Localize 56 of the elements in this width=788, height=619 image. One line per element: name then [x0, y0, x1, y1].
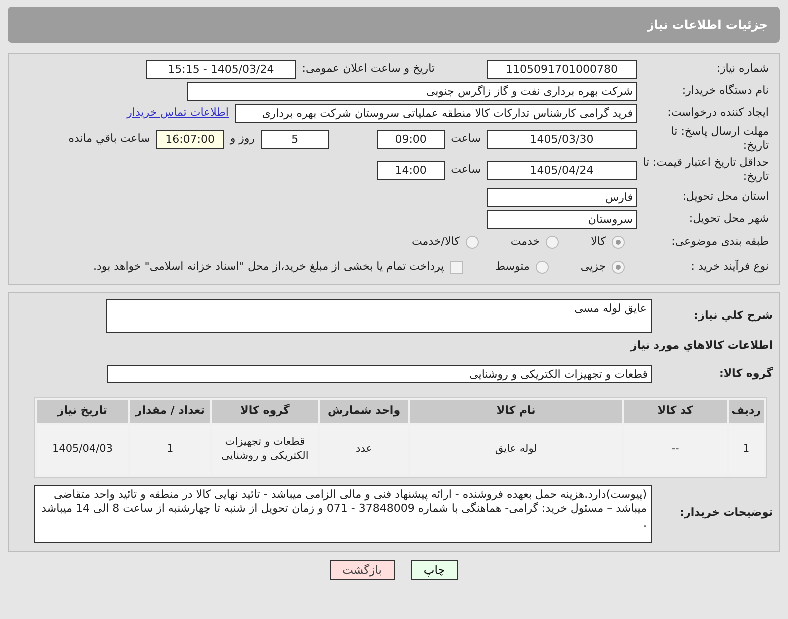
input-field[interactable]: 09:00	[377, 130, 446, 148]
field-label: ایجاد کننده درخواست:	[666, 106, 769, 120]
radio-label: کالا/خدمت	[412, 234, 460, 250]
notes-field[interactable]: (پیوست)دارد.هزینه حمل بعهده فروشنده - ارائه پیشنهاد فنی و مالی الزامی میباشد - تائید نهایی کالا در منطقه و تائید واحد متقاضی میباشد – مسئول خرید: گرامی- هماهنگی با شماره 37848009 - 071 و زمان تحویل از شنبه تا چهارشنبه از ساعت 8 الی 14 میباشد .	[34, 484, 652, 542]
field-label: شماره نیاز:	[716, 62, 769, 76]
field-label: نام دستگاه خریدار:	[681, 84, 769, 98]
radio-button[interactable]	[612, 236, 625, 249]
field-label: تاریخ و ساعت اعلان عمومی:	[302, 60, 435, 77]
back-button[interactable]: بازگشت	[330, 560, 395, 580]
radio-label: متوسط	[495, 259, 530, 276]
field-label: توضیحات خریدار:	[679, 506, 773, 521]
description-field[interactable]: عایق لوله مسی	[106, 299, 652, 333]
checkbox[interactable]	[450, 261, 464, 274]
field-label: استان محل تحویل:	[682, 190, 769, 204]
input-field[interactable]: 14:00	[377, 160, 446, 180]
input-field[interactable]: 5	[261, 130, 330, 148]
column-header: نام کالا	[410, 400, 622, 422]
checkbox-label: پرداخت تمام یا بخشی از مبلغ خرید،از محل "اسناد خزانه اسلامی" خواهد بود.	[94, 259, 444, 276]
input-field[interactable]: 1105091701000780	[487, 60, 637, 78]
field-label: ساعت	[451, 162, 481, 178]
field-label: ساعت باقي مانده	[68, 130, 150, 147]
print-button[interactable]: چاپ	[410, 560, 458, 580]
column-header: تعداد / مقدار	[130, 400, 210, 422]
radio-label: خدمت	[510, 234, 540, 250]
input-field[interactable]: سروستان	[487, 210, 637, 228]
field-label: روز و	[230, 130, 256, 147]
radio-button[interactable]	[466, 236, 479, 249]
column-header: ردیف	[728, 400, 764, 422]
field-label: نوع فرآیند خرید :	[690, 260, 769, 275]
radio-label: کالا	[591, 234, 606, 250]
input-field[interactable]: 1405/03/30	[487, 130, 637, 148]
input-field[interactable]: شرکت بهره برداری نفت و گاز زاگرس جنوبی	[187, 82, 637, 100]
field-label: شهر محل تحویل:	[688, 212, 769, 226]
field-label: حداقل تاریخ اعتبار قیمت: تا تاریخ:	[643, 156, 769, 184]
input-field[interactable]: 1405/03/24 - 15:15	[146, 60, 296, 78]
radio-button[interactable]	[536, 261, 549, 274]
field-label: گروه کالا:	[718, 366, 773, 382]
input-field[interactable]: 1405/04/24	[487, 160, 637, 180]
column-header: واحد شمارش	[320, 400, 408, 422]
section-title: اطلاعات کالاهاي مورد نياز	[631, 338, 773, 354]
input-field[interactable]: فارس	[487, 188, 637, 206]
column-header: تاریخ نیاز	[37, 400, 128, 422]
radio-label: جزیی	[580, 259, 606, 276]
column-header: گروه کالا	[212, 400, 318, 422]
field-label: طبقه بندی موضوعی:	[670, 235, 769, 250]
radio-button[interactable]	[546, 236, 560, 249]
column-header: کد کالا	[624, 400, 727, 422]
page-title: جزئیات اطلاعات نیاز	[647, 17, 768, 34]
input-field[interactable]: قطعات و تجهیزات الکتریکی و روشنایی	[107, 365, 652, 383]
field-label: شرح کلي نياز:	[693, 308, 773, 324]
contact-link[interactable]: اطلاعات تماس خریدار	[127, 104, 229, 122]
countdown-field: 16:07:00	[156, 130, 224, 148]
field-label: ساعت	[451, 130, 481, 147]
field-label: مهلت ارسال پاسخ: تا تاریخ:	[670, 124, 769, 154]
input-field[interactable]: فرید گرامی کارشناس تدارکات کالا منطقه عملیاتی سروستان شرکت بهره برداری	[235, 104, 637, 122]
radio-button[interactable]	[612, 261, 625, 274]
